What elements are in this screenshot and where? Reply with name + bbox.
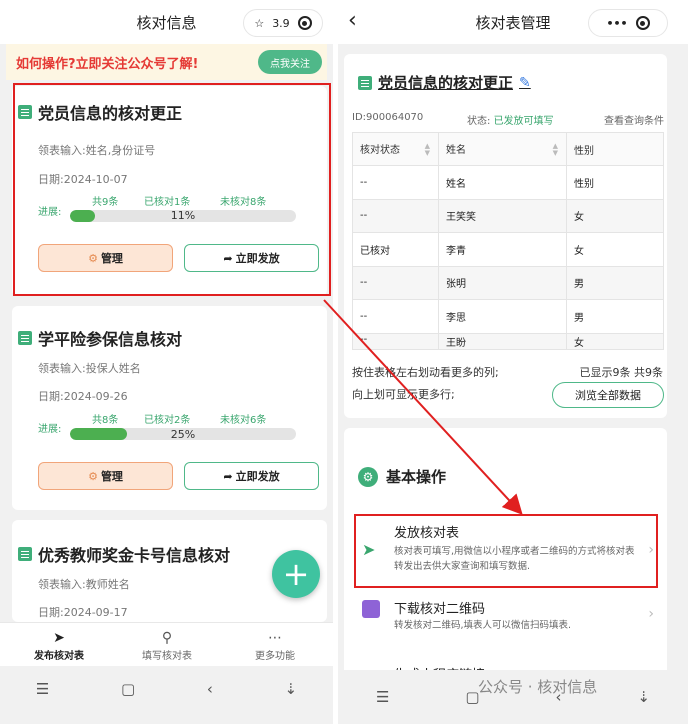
connector-arrow [323,299,523,515]
